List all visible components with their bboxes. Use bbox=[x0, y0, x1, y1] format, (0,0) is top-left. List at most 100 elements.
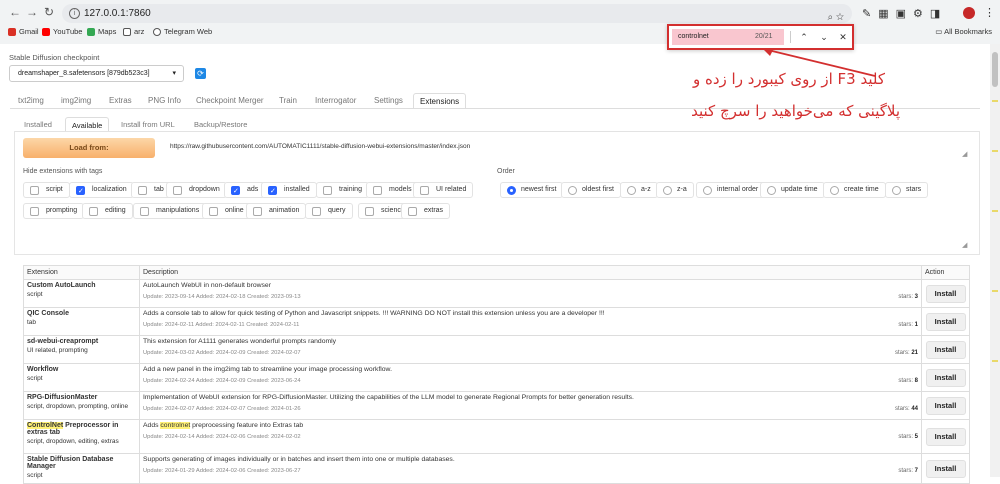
tab-extras[interactable]: Extras bbox=[109, 93, 132, 109]
order-option-a-z[interactable]: a-z bbox=[620, 182, 658, 198]
tag-filter-manipulations[interactable]: manipulations bbox=[133, 203, 207, 219]
tag-filter-localization[interactable]: localization bbox=[69, 182, 134, 199]
checkbox-icon[interactable] bbox=[373, 186, 382, 195]
radio-icon[interactable] bbox=[663, 186, 672, 195]
forward-icon[interactable]: → bbox=[25, 5, 39, 19]
extension-name[interactable]: QIC Console bbox=[27, 310, 136, 317]
checkbox-icon[interactable] bbox=[138, 186, 147, 195]
tag-filter-animation[interactable]: animation bbox=[246, 203, 307, 219]
extension-search-input[interactable] bbox=[23, 233, 970, 248]
order-option-newest-first[interactable]: newest first bbox=[500, 182, 564, 198]
bookmark-maps[interactable]: Maps bbox=[87, 27, 116, 36]
install-button[interactable]: Install bbox=[925, 459, 966, 478]
order-option-z-a[interactable]: z-a bbox=[656, 182, 694, 198]
scrollbar-thumb[interactable] bbox=[992, 52, 998, 87]
tab-train[interactable]: Train bbox=[279, 93, 297, 109]
tag-filter-editing[interactable]: editing bbox=[82, 203, 133, 219]
radio-icon[interactable] bbox=[627, 186, 636, 195]
subtab-installed[interactable]: Installed bbox=[24, 117, 52, 132]
bookmark-arz[interactable]: arz bbox=[123, 27, 144, 36]
checkbox-icon[interactable] bbox=[89, 207, 98, 216]
checkbox-icon[interactable] bbox=[140, 207, 149, 216]
tag-filter-ads[interactable]: ads bbox=[224, 182, 266, 199]
bookmark-gmail[interactable]: Gmail bbox=[8, 27, 39, 36]
tag-filter-dropdown[interactable]: dropdown bbox=[166, 182, 227, 198]
checkbox-icon[interactable] bbox=[268, 185, 277, 199]
bookmark-telegram[interactable]: Telegram Web bbox=[153, 27, 212, 36]
tab-png-info[interactable]: PNG Info bbox=[148, 93, 181, 109]
checkbox-icon[interactable] bbox=[173, 186, 182, 195]
back-icon[interactable]: ← bbox=[8, 5, 22, 19]
checkbox-icon[interactable] bbox=[408, 207, 417, 216]
index-url-input[interactable]: https://raw.githubusercontent.com/AUTOMA… bbox=[164, 138, 970, 158]
checkbox-icon[interactable] bbox=[365, 207, 374, 216]
tab-txt2img[interactable]: txt2img bbox=[18, 93, 44, 109]
install-button[interactable]: Install bbox=[925, 427, 966, 446]
order-option-oldest-first[interactable]: oldest first bbox=[561, 182, 621, 198]
checkbox-icon[interactable] bbox=[30, 207, 39, 216]
order-option-create-time[interactable]: create time bbox=[823, 182, 886, 198]
checkbox-icon[interactable] bbox=[312, 207, 321, 216]
radio-icon[interactable] bbox=[767, 186, 776, 195]
install-button[interactable]: Install bbox=[925, 284, 966, 303]
find-previous-icon[interactable]: ⌃ bbox=[797, 29, 811, 45]
extension-name[interactable]: ControlNet Preprocessor in extras tab bbox=[27, 422, 136, 436]
checkbox-icon[interactable] bbox=[76, 185, 85, 199]
find-next-icon[interactable]: ⌄ bbox=[817, 29, 831, 45]
subtab-backup-restore[interactable]: Backup/Restore bbox=[194, 117, 247, 132]
profile-avatar[interactable] bbox=[963, 7, 975, 19]
tag-filter-online[interactable]: online bbox=[202, 203, 251, 219]
tag-filter-extras[interactable]: extras bbox=[401, 203, 451, 219]
checkbox-icon[interactable] bbox=[30, 186, 39, 195]
resize-handle-icon[interactable]: ◢ bbox=[962, 241, 967, 249]
extension-icons[interactable]: ✎▦▣⚙◨ bbox=[862, 7, 947, 20]
extension-name[interactable]: sd-webui-creaprompt bbox=[27, 338, 136, 345]
checkbox-icon[interactable] bbox=[231, 185, 240, 199]
address-bar[interactable]: i 127.0.0.1:7860 ⌕ ☆ bbox=[62, 4, 852, 23]
site-info-icon[interactable]: i bbox=[69, 8, 80, 19]
resize-handle-icon[interactable]: ◢ bbox=[962, 150, 967, 158]
radio-icon[interactable] bbox=[568, 186, 577, 195]
tag-filter-prompting[interactable]: prompting bbox=[23, 203, 85, 219]
tag-filter-script[interactable]: script bbox=[23, 182, 70, 198]
extension-name[interactable]: Workflow bbox=[27, 366, 136, 373]
find-close-icon[interactable]: ✕ bbox=[836, 29, 850, 45]
order-option-stars[interactable]: stars bbox=[885, 182, 929, 198]
subtab-install-from-url[interactable]: Install from URL bbox=[121, 117, 175, 132]
tag-filter-training[interactable]: training bbox=[316, 182, 369, 198]
install-button[interactable]: Install bbox=[925, 312, 966, 331]
checkpoint-dropdown[interactable]: dreamshaper_8.safetensors [879db523c3] ▾ bbox=[9, 65, 184, 82]
install-button[interactable]: Install bbox=[925, 396, 966, 415]
tag-filter-ui-related[interactable]: UI related bbox=[413, 182, 474, 198]
refresh-icon[interactable]: ⟳ bbox=[195, 68, 206, 79]
extension-name[interactable]: Stable Diffusion Database Manager bbox=[27, 456, 136, 470]
load-from-button[interactable]: Load from: bbox=[23, 138, 155, 158]
all-bookmarks[interactable]: ▭ All Bookmarks bbox=[935, 27, 992, 36]
install-button[interactable]: Install bbox=[925, 340, 966, 359]
install-button[interactable]: Install bbox=[925, 368, 966, 387]
checkbox-icon[interactable] bbox=[253, 207, 262, 216]
radio-icon[interactable] bbox=[892, 186, 901, 195]
checkbox-icon[interactable] bbox=[209, 207, 218, 216]
order-option-update-time[interactable]: update time bbox=[760, 182, 825, 198]
radio-icon[interactable] bbox=[507, 186, 516, 195]
tag-filter-installed[interactable]: installed bbox=[261, 182, 317, 199]
scrollbar-track[interactable] bbox=[990, 44, 1000, 477]
bookmark-youtube[interactable]: YouTube bbox=[42, 27, 82, 36]
reload-icon[interactable]: ↻ bbox=[42, 5, 56, 19]
radio-icon[interactable] bbox=[703, 186, 712, 195]
tab-img2img[interactable]: img2img bbox=[61, 93, 91, 109]
tag-filter-models[interactable]: models bbox=[366, 182, 419, 198]
tab-settings[interactable]: Settings bbox=[374, 93, 403, 109]
extension-name[interactable]: Custom AutoLaunch bbox=[27, 282, 136, 289]
menu-icon[interactable]: ⋮ bbox=[984, 6, 995, 19]
checkbox-icon[interactable] bbox=[420, 186, 429, 195]
radio-icon[interactable] bbox=[830, 186, 839, 195]
extension-name[interactable]: RPG-DiffusionMaster bbox=[27, 394, 136, 401]
tab-extensions[interactable]: Extensions bbox=[413, 93, 467, 109]
tab-checkpoint-merger[interactable]: Checkpoint Merger bbox=[196, 93, 264, 109]
tab-interrogator[interactable]: Interrogator bbox=[315, 93, 356, 109]
subtab-available[interactable]: Available bbox=[65, 117, 110, 132]
tag-filter-tab[interactable]: tab bbox=[131, 182, 171, 198]
order-option-internal-order[interactable]: internal order bbox=[696, 182, 766, 198]
